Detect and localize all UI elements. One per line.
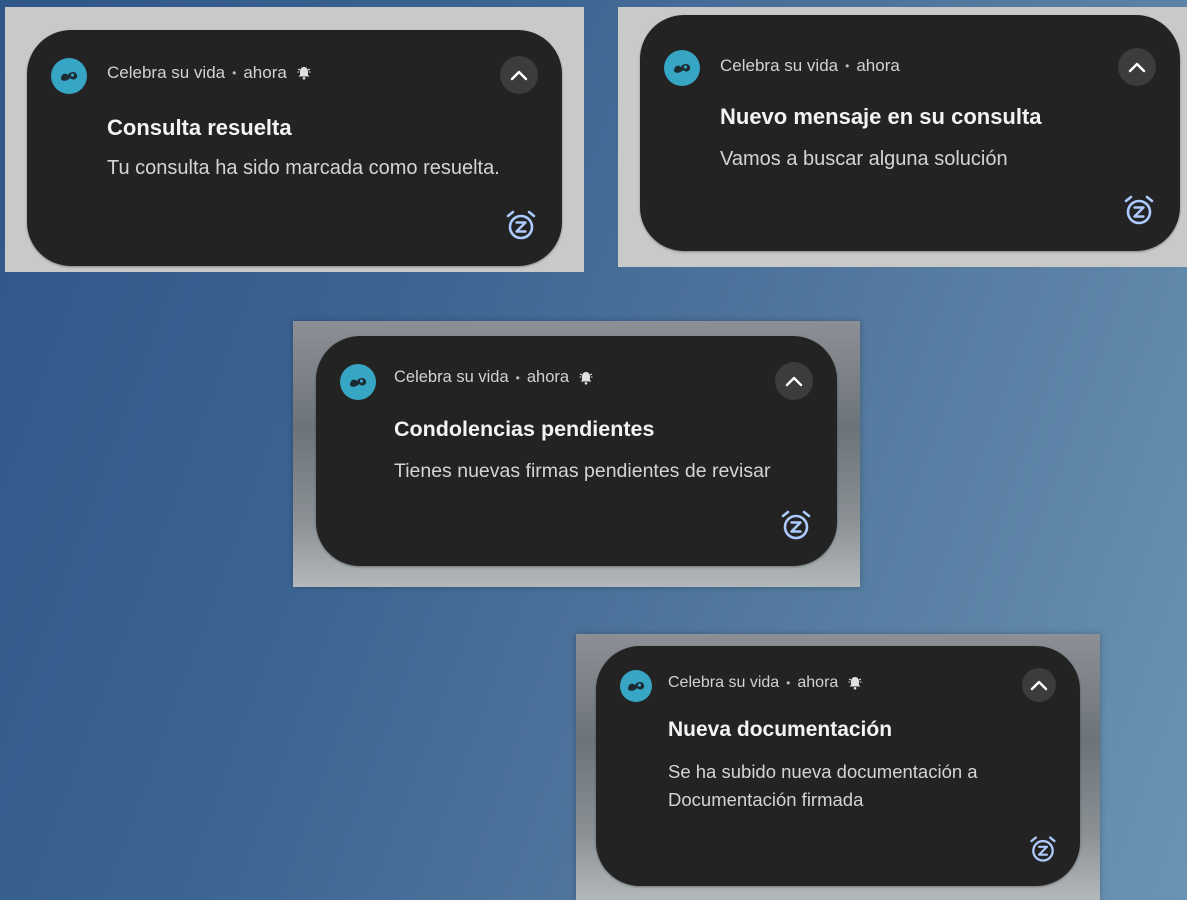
snooze-alarm-icon xyxy=(506,210,536,240)
expand-button[interactable] xyxy=(775,362,813,400)
notification-title: Consulta resuelta xyxy=(107,115,292,140)
notification-card[interactable]: Celebra su vida • ahora Condolencias pen… xyxy=(316,336,837,566)
notification-screenshot-1: Celebra su vida • ahora Consulta resuelt… xyxy=(5,7,584,272)
notification-screenshot-2: Celebra su vida • ahora Nuevo mensaje en… xyxy=(618,7,1187,267)
header-separator: • xyxy=(515,370,520,385)
notification-card[interactable]: Celebra su vida • ahora Nuevo mensaje en… xyxy=(640,15,1180,251)
snooze-button[interactable] xyxy=(779,508,813,542)
notification-card[interactable]: Celebra su vida • ahora Nueva documentac… xyxy=(596,646,1080,886)
app-logo-icon xyxy=(664,50,700,86)
header-separator: • xyxy=(232,66,237,80)
bell-icon xyxy=(847,675,863,691)
notification-screenshot-4: Celebra su vida • ahora Nueva documentac… xyxy=(576,634,1100,900)
app-logo-icon xyxy=(340,364,376,400)
notification-header: Celebra su vida • ahora xyxy=(720,56,900,76)
expand-button[interactable] xyxy=(1118,48,1156,86)
chevron-up-icon xyxy=(1030,680,1048,691)
notification-body: Tu consulta ha sido marcada como resuelt… xyxy=(107,157,500,179)
notification-body: Se ha subido nueva documentación a Docum… xyxy=(668,761,978,810)
notification-time: ahora xyxy=(526,368,570,386)
app-name: Celebra su vida xyxy=(394,368,509,386)
notification-title: Condolencias pendientes xyxy=(394,417,655,441)
chevron-up-icon xyxy=(1128,62,1146,73)
chevron-up-icon xyxy=(785,376,803,387)
app-name: Celebra su vida xyxy=(107,63,226,82)
snooze-button[interactable] xyxy=(1028,834,1058,864)
app-name: Celebra su vida xyxy=(720,56,839,75)
snooze-button[interactable] xyxy=(504,208,538,242)
notification-card[interactable]: Celebra su vida • ahora Consulta resuelt… xyxy=(27,30,562,266)
snooze-alarm-icon xyxy=(781,510,811,540)
notification-time: ahora xyxy=(856,56,900,75)
expand-button[interactable] xyxy=(500,56,538,94)
notification-body: Tienes nuevas firmas pendientes de revis… xyxy=(394,460,771,482)
notification-header: Celebra su vida • ahora xyxy=(394,368,594,387)
snooze-button[interactable] xyxy=(1122,193,1156,227)
app-name: Celebra su vida xyxy=(668,674,780,691)
bell-icon xyxy=(296,65,312,81)
bell-icon xyxy=(578,370,594,386)
app-logo-icon xyxy=(51,58,87,94)
snooze-alarm-icon xyxy=(1030,836,1056,862)
notification-title: Nueva documentación xyxy=(668,718,893,741)
notification-time: ahora xyxy=(797,674,839,691)
notification-time: ahora xyxy=(243,63,287,82)
notification-header: Celebra su vida • ahora xyxy=(668,674,863,692)
header-separator: • xyxy=(786,676,791,690)
expand-button[interactable] xyxy=(1022,668,1056,702)
notification-screenshot-3: Celebra su vida • ahora Condolencias pen… xyxy=(293,321,860,587)
app-logo-icon xyxy=(620,670,652,702)
snooze-alarm-icon xyxy=(1124,195,1154,225)
notification-title: Nuevo mensaje en su consulta xyxy=(720,104,1042,129)
notification-body: Vamos a buscar alguna solución xyxy=(720,148,1008,170)
header-separator: • xyxy=(845,59,850,73)
notification-header: Celebra su vida • ahora xyxy=(107,63,312,83)
chevron-up-icon xyxy=(510,70,528,81)
